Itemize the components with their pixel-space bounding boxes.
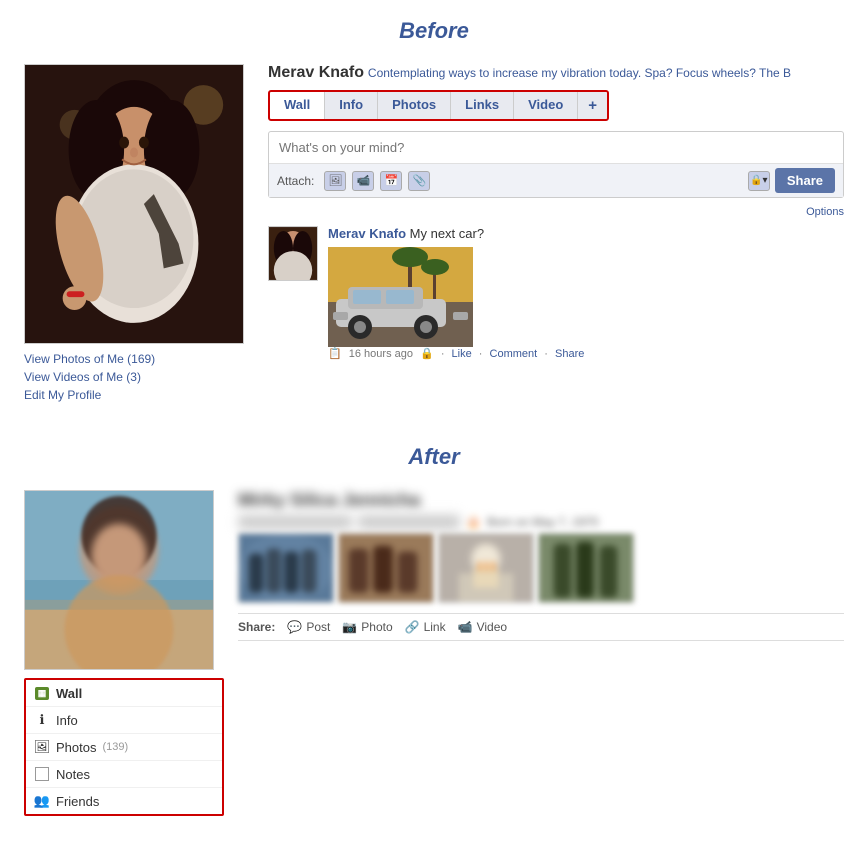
view-photos-link[interactable]: View Photos of Me (169) <box>24 352 254 366</box>
sidebar-item-photos[interactable]: 🖼 Photos (139) <box>26 734 222 761</box>
share-bar: Share: 💬 Post 📷 Photo 🔗 Link 📹 Video <box>238 613 844 641</box>
post-message: My next car? <box>410 226 484 241</box>
profile-right-panel: Merav Knafo Contemplating ways to increa… <box>268 64 844 406</box>
post-actions-bar: Attach: 🖼 📹 📅 📎 🔒▾ Share <box>269 163 843 197</box>
profile-status: Contemplating ways to increase my vibrat… <box>368 66 791 80</box>
share-link[interactable]: Share <box>555 348 584 360</box>
post-time: 16 hours ago <box>349 348 413 360</box>
relationship-partner: ████████████ <box>358 515 460 529</box>
post-meta: 📋 16 hours ago 🔒 · Like · Comment · Shar… <box>328 347 844 360</box>
post-icon: 💬 <box>287 620 302 634</box>
post-actions-right: 🔒▾ Share <box>748 168 835 193</box>
photo-thumb-4[interactable] <box>538 533 634 603</box>
post-label: Post <box>306 620 330 634</box>
post-icon: 📋 <box>328 348 342 360</box>
edit-profile-link[interactable]: Edit My Profile <box>24 388 254 402</box>
after-profile-photo <box>24 490 214 670</box>
view-videos-link[interactable]: View Videos of Me (3) <box>24 370 254 384</box>
car-image <box>328 247 473 347</box>
after-title: After <box>0 426 868 480</box>
photo-thumb-3[interactable] <box>438 533 534 603</box>
born-date: Born on May 7, 1970 <box>487 515 598 529</box>
sidebar-item-notes[interactable]: Notes <box>26 761 222 788</box>
profile-photo <box>24 64 244 344</box>
wall-icon: ▦ <box>34 685 50 701</box>
info-icon: ℹ <box>34 712 50 728</box>
photo-thumb-2[interactable] <box>338 533 434 603</box>
birthday-icon: 🎂 <box>466 515 481 529</box>
post-text: Merav Knafo My next car? <box>328 226 844 241</box>
tab-links[interactable]: Links <box>451 92 514 119</box>
attach-label: Attach: <box>277 174 314 188</box>
video-icon: 📹 <box>458 620 473 634</box>
notes-icon <box>34 766 50 782</box>
share-link-btn[interactable]: 🔗 Link <box>405 620 446 634</box>
post-input[interactable] <box>269 132 843 163</box>
like-link[interactable]: Like <box>452 348 472 360</box>
attach-event-btn[interactable]: 📅 <box>380 171 402 191</box>
share-label: Share: <box>238 620 275 634</box>
privacy-lock-btn[interactable]: 🔒▾ <box>748 171 770 191</box>
comment-link[interactable]: Comment <box>490 348 538 360</box>
post-avatar <box>268 226 318 281</box>
sidebar-item-wall[interactable]: ▦ Wall <box>26 680 222 707</box>
tab-wall[interactable]: Wall <box>270 92 325 119</box>
share-button[interactable]: Share <box>775 168 835 193</box>
before-section: View Photos of Me (169) View Videos of M… <box>14 54 854 426</box>
attach-link-btn[interactable]: 📎 <box>408 171 430 191</box>
post-content: Merav Knafo My next car? <box>328 226 844 360</box>
after-profile-name: Mirky Silica Jennicha <box>238 490 844 511</box>
sidebar-notes-label: Notes <box>56 767 90 782</box>
photo-thumb-1[interactable] <box>238 533 334 603</box>
tab-plus[interactable]: + <box>578 92 607 119</box>
attach-photo-btn[interactable]: 🖼 <box>324 171 346 191</box>
after-profile-status: In a Relationship with ████████████ 🎂 Bo… <box>238 515 844 529</box>
after-section: ▦ Wall ℹ Info 🖼 Photos (139) <box>14 480 854 836</box>
share-video-btn[interactable]: 📹 Video <box>458 620 507 634</box>
link-label: Link <box>424 620 446 634</box>
sidebar-item-info[interactable]: ℹ Info <box>26 707 222 734</box>
share-post-btn[interactable]: 💬 Post <box>287 620 330 634</box>
sidebar-info-label: Info <box>56 713 78 728</box>
profile-name: Merav Knafo <box>268 64 364 81</box>
tab-info[interactable]: Info <box>325 92 378 119</box>
attach-video-btn[interactable]: 📹 <box>352 171 374 191</box>
sidebar-nav-wrapper: ▦ Wall ℹ Info 🖼 Photos (139) <box>24 678 224 816</box>
tab-bar-wrapper: Wall Info Photos Links Video + <box>268 90 609 121</box>
video-label: Video <box>477 620 507 634</box>
sidebar-photos-label: Photos <box>56 740 96 755</box>
poster-name[interactable]: Merav Knafo <box>328 226 406 241</box>
options-link[interactable]: Options <box>268 206 844 218</box>
profile-left-panel: View Photos of Me (169) View Videos of M… <box>24 64 254 406</box>
after-left-panel: ▦ Wall ℹ Info 🖼 Photos (139) <box>24 490 224 816</box>
post-item: Merav Knafo My next car? <box>268 226 844 360</box>
sidebar-friends-label: Friends <box>56 794 99 809</box>
post-box: Attach: 🖼 📹 📅 📎 🔒▾ Share <box>268 131 844 198</box>
tab-bar: Wall Info Photos Links Video + <box>270 92 607 119</box>
after-right-panel: Mirky Silica Jennicha In a Relationship … <box>238 490 844 816</box>
link-icon: 🔗 <box>405 620 420 634</box>
photos-icon: 🖼 <box>34 739 50 755</box>
friends-icon: 👥 <box>34 793 50 809</box>
privacy-icon: 🔒 <box>420 348 434 360</box>
profile-name-bar: Merav Knafo Contemplating ways to increa… <box>268 64 844 82</box>
sidebar-nav: ▦ Wall ℹ Info 🖼 Photos (139) <box>26 680 222 814</box>
tab-photos[interactable]: Photos <box>378 92 451 119</box>
relationship-status: In a Relationship with <box>238 515 352 529</box>
sidebar-wall-label: Wall <box>56 686 82 701</box>
before-title: Before <box>0 0 868 54</box>
photo-label: Photo <box>361 620 392 634</box>
photo-strip <box>238 533 844 603</box>
share-photo-btn[interactable]: 📷 Photo <box>342 620 392 634</box>
profile-links: View Photos of Me (169) View Videos of M… <box>24 352 254 402</box>
tab-video[interactable]: Video <box>514 92 578 119</box>
sidebar-item-friends[interactable]: 👥 Friends <box>26 788 222 814</box>
photo-icon: 📷 <box>342 620 357 634</box>
photos-count: (139) <box>102 741 128 753</box>
